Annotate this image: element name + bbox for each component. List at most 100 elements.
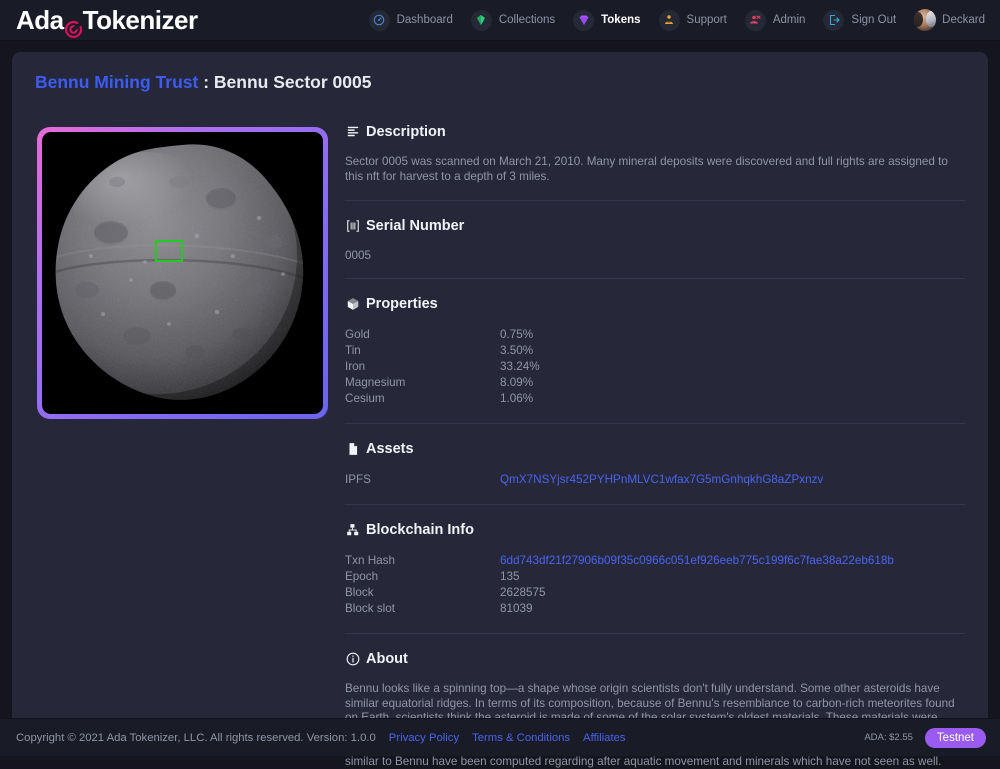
- section-title-assets: Assets: [366, 441, 414, 457]
- gauge-icon: [369, 10, 390, 31]
- section-title-about: About: [366, 651, 408, 667]
- property-value: 0.75%: [500, 327, 533, 343]
- document-lines-icon: [345, 125, 360, 140]
- diamond-icon: [573, 10, 594, 31]
- nav-label-support: Support: [687, 14, 727, 26]
- nav-label-username: Deckard: [942, 14, 985, 26]
- table-row: Tin 3.50%: [345, 343, 965, 359]
- section-properties: Properties Gold 0.75% Tin 3.50% Iron 33.…: [345, 296, 965, 424]
- nav-item-sign-out[interactable]: Sign Out: [814, 0, 905, 41]
- breadcrumb-separator: :: [198, 72, 214, 92]
- section-title-description: Description: [366, 124, 446, 140]
- target-icon: [65, 14, 82, 31]
- nav-item-user-profile[interactable]: Deckard: [905, 0, 994, 41]
- property-value: 33.24%: [500, 359, 540, 375]
- property-key: Cesium: [345, 391, 500, 407]
- blockchain-key: Txn Hash: [345, 553, 500, 569]
- user-gear-icon: [745, 10, 766, 31]
- sector-highlight-box: [155, 240, 183, 262]
- section-blockchain-info: Blockchain Info Txn Hash 6dd743df21f2790…: [345, 522, 965, 634]
- blockchain-key: Block slot: [345, 601, 500, 617]
- footer-link-privacy-policy[interactable]: Privacy Policy: [389, 732, 459, 744]
- properties-list: Gold 0.75% Tin 3.50% Iron 33.24% Magnesi…: [345, 315, 965, 407]
- page-footer: Copyright © 2021 Ada Tokenizer, LLC. All…: [0, 718, 1000, 756]
- footer-link-affiliates[interactable]: Affiliates: [583, 732, 626, 744]
- property-key: Gold: [345, 327, 500, 343]
- nft-image-frame[interactable]: [37, 127, 328, 419]
- ada-price: ADA: $2.55: [864, 732, 913, 743]
- divider: [345, 423, 965, 424]
- table-row: Block 2628575: [345, 585, 965, 601]
- sign-out-icon: [823, 10, 844, 31]
- section-serial-number: Serial Number 0005: [345, 218, 965, 279]
- table-row: Epoch 135: [345, 569, 965, 585]
- description-text: Sector 0005 was scanned on March 21, 201…: [345, 155, 965, 184]
- token-name: Bennu Sector 0005: [214, 72, 372, 92]
- avatar: [914, 9, 936, 31]
- nav-links: Dashboard Collections Tokens: [360, 0, 994, 41]
- section-assets: Assets IPFS QmX7NSYjsr452PYHPnMLVC1wfax7…: [345, 441, 965, 505]
- section-description: Description Sector 0005 was scanned on M…: [345, 124, 965, 201]
- table-row: Iron 33.24%: [345, 359, 965, 375]
- token-detail-panel: Bennu Mining Trust : Bennu Sector 0005: [12, 52, 988, 724]
- section-header-blockchain-info: Blockchain Info: [345, 522, 965, 541]
- gem-icon: [471, 10, 492, 31]
- section-header-about: About: [345, 651, 965, 670]
- nav-label-collections: Collections: [499, 14, 555, 26]
- breadcrumb-collection-link[interactable]: Bennu Mining Trust: [35, 72, 198, 92]
- cube-icon: [345, 297, 360, 312]
- divider: [345, 278, 965, 279]
- nav-label-sign-out: Sign Out: [851, 14, 896, 26]
- section-header-serial-number: Serial Number: [345, 218, 965, 237]
- section-header-description: Description: [345, 124, 965, 143]
- footer-link-terms-conditions[interactable]: Terms & Conditions: [472, 732, 570, 744]
- lifebuoy-icon: [659, 10, 680, 31]
- section-header-properties: Properties: [345, 296, 965, 315]
- divider: [345, 633, 965, 634]
- token-details-column: Description Sector 0005 was scanned on M…: [345, 124, 965, 769]
- blockchain-list: Txn Hash 6dd743df21f27906b09f35c0966c051…: [345, 541, 965, 617]
- serial-number-value: 0005: [345, 249, 965, 262]
- asset-key: IPFS: [345, 472, 500, 488]
- table-row: Txn Hash 6dd743df21f27906b09f35c0966c051…: [345, 553, 965, 569]
- assets-list: IPFS QmX7NSYjsr452PYHPnMLVC1wfax7G5mGnhq…: [345, 460, 965, 488]
- table-row: Gold 0.75%: [345, 327, 965, 343]
- blockchain-key: Epoch: [345, 569, 500, 585]
- file-icon: [345, 442, 360, 457]
- nav-item-tokens[interactable]: Tokens: [564, 0, 649, 41]
- table-row: Block slot 81039: [345, 601, 965, 617]
- asteroid-bennu-image: [45, 138, 320, 410]
- section-title-properties: Properties: [366, 296, 438, 312]
- nav-item-dashboard[interactable]: Dashboard: [360, 0, 462, 41]
- property-value: 8.09%: [500, 375, 533, 391]
- property-value: 3.50%: [500, 343, 533, 359]
- asset-ipfs-link[interactable]: QmX7NSYjsr452PYHPnMLVC1wfax7G5mGnhqkhG8a…: [500, 472, 823, 488]
- nav-label-admin: Admin: [773, 14, 806, 26]
- nav-item-collections[interactable]: Collections: [462, 0, 564, 41]
- blockchain-value: 2628575: [500, 585, 546, 601]
- blockchain-value: 81039: [500, 601, 533, 617]
- nav-label-tokens: Tokens: [601, 14, 640, 26]
- app-logo[interactable]: Ada Tokenizer: [16, 5, 198, 36]
- sitemap-icon: [345, 523, 360, 538]
- info-circle-icon: [345, 652, 360, 667]
- nav-item-admin[interactable]: Admin: [736, 0, 815, 41]
- table-row: Magnesium 8.09%: [345, 375, 965, 391]
- divider: [345, 200, 965, 201]
- logo-text-tokenizer: Tokenizer: [83, 5, 198, 36]
- section-title-serial-number: Serial Number: [366, 218, 464, 234]
- logo-text-ada: Ada: [16, 5, 64, 36]
- network-badge[interactable]: Testnet: [925, 728, 986, 748]
- table-row: IPFS QmX7NSYjsr452PYHPnMLVC1wfax7G5mGnhq…: [345, 472, 965, 488]
- blockchain-key: Block: [345, 585, 500, 601]
- nav-item-support[interactable]: Support: [650, 0, 736, 41]
- divider: [345, 504, 965, 505]
- section-title-blockchain-info: Blockchain Info: [366, 522, 474, 538]
- nav-label-dashboard: Dashboard: [397, 14, 453, 26]
- property-value: 1.06%: [500, 391, 533, 407]
- top-navigation-bar: Ada Tokenizer Dashboard: [0, 0, 1000, 41]
- section-header-assets: Assets: [345, 441, 965, 460]
- blockchain-value: 135: [500, 569, 520, 585]
- nft-image-container: [42, 132, 323, 414]
- txn-hash-link[interactable]: 6dd743df21f27906b09f35c0966c051ef926eeb7…: [500, 553, 894, 569]
